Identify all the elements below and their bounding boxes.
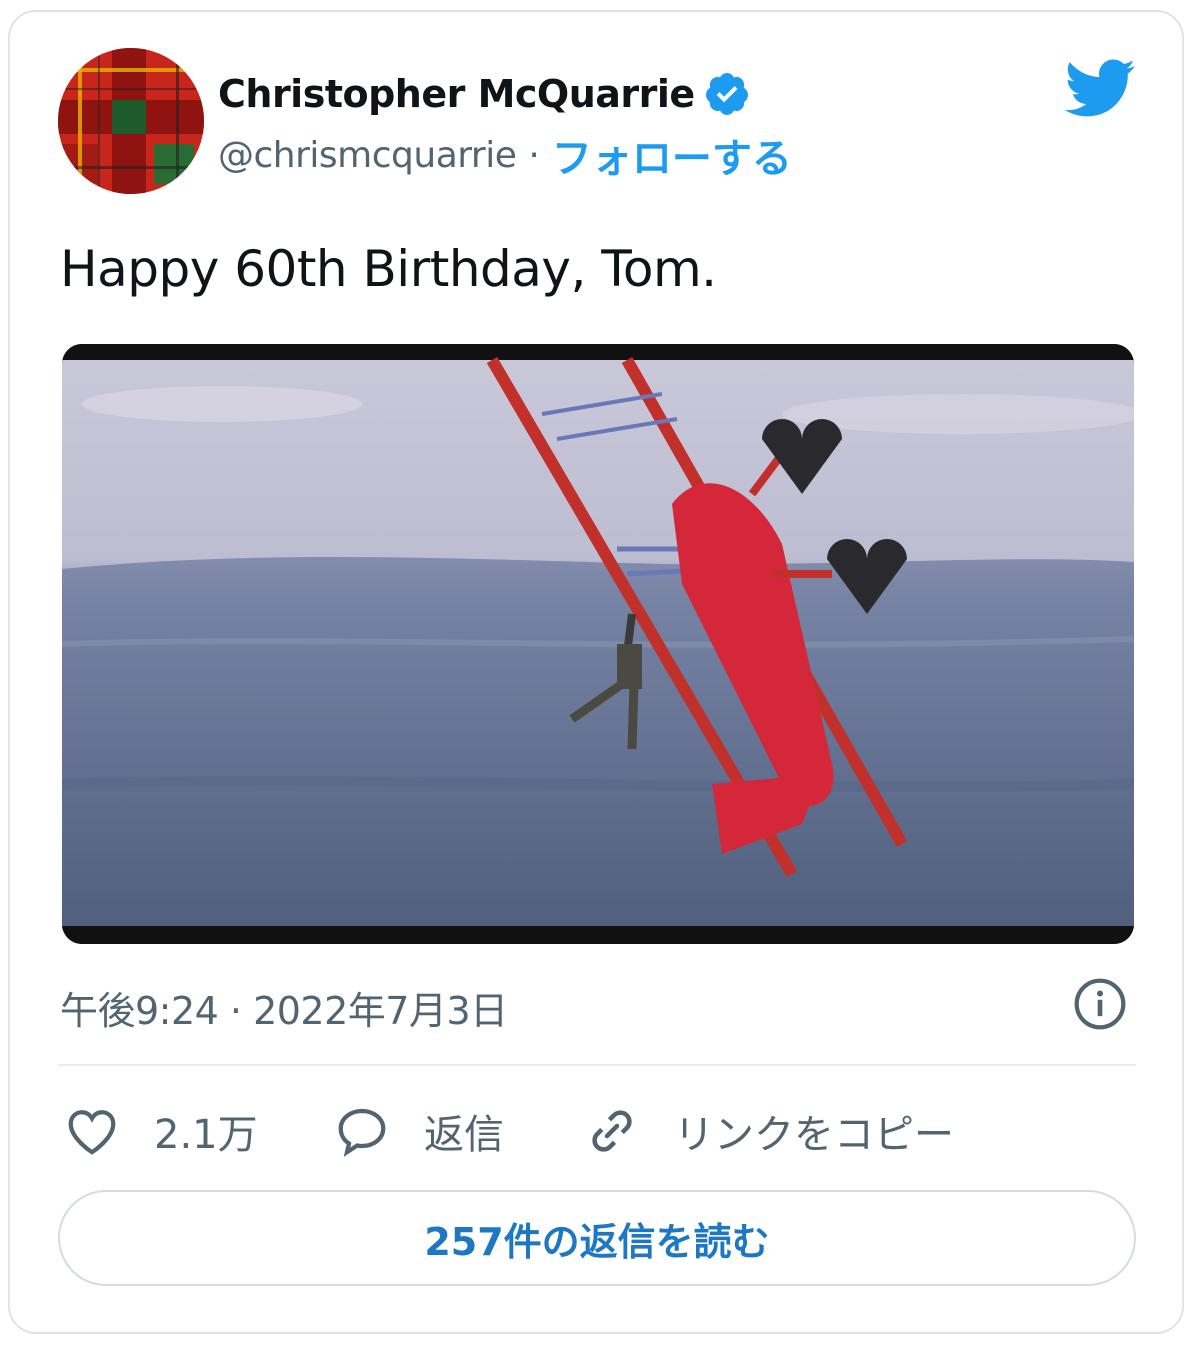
author-name-row: Christopher McQuarrie	[218, 66, 751, 122]
like-count: 2.1万	[154, 1112, 258, 1158]
divider	[58, 1064, 1136, 1066]
tweet-media-image[interactable]	[62, 344, 1134, 944]
author-handle[interactable]: @chrismcquarrie	[218, 135, 517, 176]
author-display-name[interactable]: Christopher McQuarrie	[218, 72, 695, 116]
separator-dot: ·	[528, 134, 540, 176]
twitter-bird-icon[interactable]	[1062, 56, 1136, 120]
read-replies-label: 257件の返信を読む	[424, 1219, 770, 1264]
link-icon	[592, 1110, 632, 1152]
copy-link-button[interactable]: リンクをコピー	[582, 1101, 954, 1161]
author-handle-row: @chrismcquarrie · フォローする	[218, 126, 792, 184]
tweet-actions: 2.1万 返信 リンクをコピー	[62, 1098, 954, 1164]
tweet-timestamp[interactable]: 午後9:24 · 2022年7月3日	[60, 980, 508, 1035]
avatar[interactable]	[58, 48, 204, 194]
heart-icon	[68, 1110, 116, 1155]
speech-bubble-icon	[338, 1108, 386, 1157]
reply-button[interactable]: 返信	[332, 1101, 582, 1161]
read-replies-button[interactable]: 257件の返信を読む	[58, 1190, 1136, 1286]
copy-link-label: リンクをコピー	[674, 1112, 954, 1158]
follow-link[interactable]: フォローする	[552, 126, 792, 184]
verified-badge-icon	[705, 73, 748, 115]
info-icon[interactable]	[1072, 976, 1128, 1032]
like-button[interactable]: 2.1万	[62, 1101, 332, 1161]
tweet-text: Happy 60th Birthday, Tom.	[60, 240, 717, 298]
reply-label: 返信	[424, 1112, 504, 1158]
